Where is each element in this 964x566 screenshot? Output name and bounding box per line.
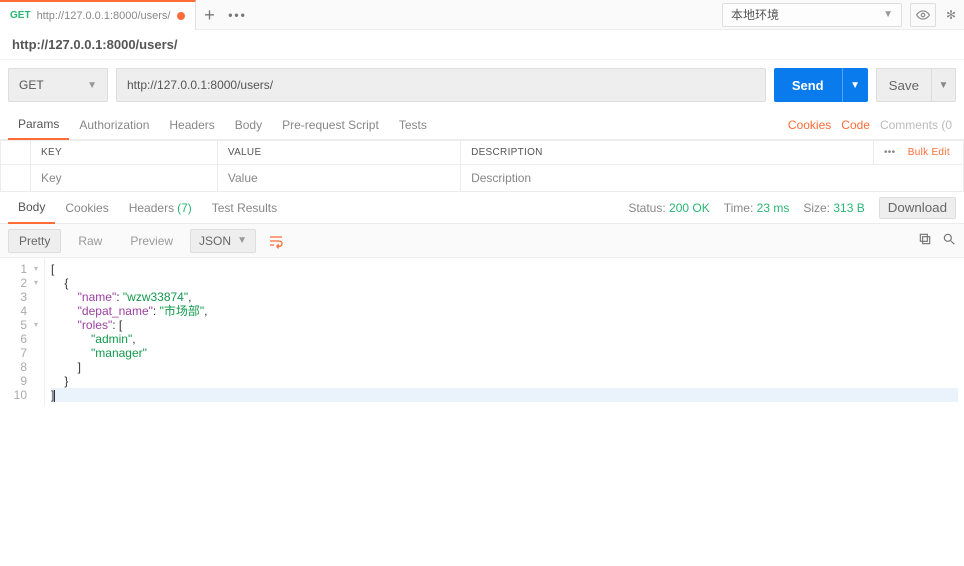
format-select[interactable]: JSON ▼: [190, 229, 256, 253]
size-value: 313 B: [833, 201, 864, 215]
new-tab-button[interactable]: +: [196, 0, 224, 30]
response-meta: Status: 200 OK Time: 23 ms Size: 313 B D…: [628, 197, 956, 219]
unsaved-dot-icon: [177, 12, 185, 20]
chevron-down-icon: ▼: [883, 9, 893, 20]
response-body[interactable]: 1▾2▾345▾678910 [ { "name": "wzw33874", "…: [0, 258, 964, 406]
tab-menu-button[interactable]: •••: [224, 0, 252, 30]
tab-method: GET: [10, 10, 31, 21]
status-label: Status:: [628, 201, 665, 215]
time-group: Time: 23 ms: [724, 201, 790, 215]
chevron-down-icon: ▼: [87, 80, 97, 91]
environment-name: 本地环境: [731, 6, 779, 23]
bulk-edit-button[interactable]: Bulk Edit: [908, 147, 950, 158]
resp-tab-cookies[interactable]: Cookies: [55, 192, 118, 224]
chevron-down-icon: ▼: [850, 80, 860, 91]
th-description: DESCRIPTION: [461, 141, 874, 165]
send-button[interactable]: Send: [774, 68, 842, 102]
chevron-down-icon: ▼: [237, 235, 247, 246]
wrap-icon: [268, 233, 284, 249]
param-description-input[interactable]: Description: [461, 165, 964, 192]
save-button[interactable]: Save: [876, 68, 932, 102]
line-gutter: 1▾2▾345▾678910: [0, 258, 45, 406]
request-tabs: Params Authorization Headers Body Pre-re…: [0, 110, 964, 140]
wrap-lines-button[interactable]: [262, 229, 290, 253]
resp-tab-headers-label: Headers: [129, 201, 174, 215]
link-code[interactable]: Code: [841, 118, 870, 132]
params-more-button[interactable]: •••: [884, 147, 895, 158]
status-value: 200 OK: [669, 201, 710, 215]
time-value: 23 ms: [757, 201, 790, 215]
tab-authorization[interactable]: Authorization: [69, 110, 159, 140]
send-group: Send ▼: [774, 68, 868, 102]
quicklook-button[interactable]: [910, 3, 936, 27]
link-comments[interactable]: Comments (0: [880, 118, 952, 132]
resp-tab-body[interactable]: Body: [8, 192, 55, 224]
params-new-row: Key Value Description: [1, 165, 964, 192]
url-value: http://127.0.0.1:8000/users/: [127, 78, 273, 92]
th-value: VALUE: [217, 141, 460, 165]
request-tab[interactable]: GET http://127.0.0.1:8000/users/: [0, 0, 196, 30]
environment-area: 本地环境 ▼ ✻: [722, 3, 964, 27]
download-button[interactable]: Download: [879, 197, 956, 219]
tab-params[interactable]: Params: [8, 110, 69, 140]
tab-headers[interactable]: Headers: [159, 110, 224, 140]
ellipsis-icon: •••: [228, 8, 247, 22]
th-key: KEY: [31, 141, 218, 165]
save-group: Save ▼: [876, 68, 956, 102]
params-select-all[interactable]: [1, 141, 31, 165]
tab-bar: GET http://127.0.0.1:8000/users/ + ••• 本…: [0, 0, 964, 30]
link-cookies[interactable]: Cookies: [788, 118, 831, 132]
request-links: Cookies Code Comments (0: [788, 118, 956, 132]
copy-icon: [918, 232, 932, 246]
save-options-button[interactable]: ▼: [932, 68, 956, 102]
tab-url: http://127.0.0.1:8000/users/: [37, 10, 171, 22]
size-label: Size:: [803, 201, 830, 215]
tab-prerequest[interactable]: Pre-request Script: [272, 110, 389, 140]
search-button[interactable]: [942, 232, 956, 249]
plus-icon: +: [204, 6, 215, 24]
resp-tab-headers[interactable]: Headers (7): [119, 192, 202, 224]
time-label: Time:: [724, 201, 754, 215]
params-table: KEY VALUE DESCRIPTION ••• Bulk Edit Key …: [0, 140, 964, 192]
view-raw[interactable]: Raw: [67, 229, 113, 253]
request-bar: GET ▼ http://127.0.0.1:8000/users/ Send …: [0, 60, 964, 110]
gear-icon: ✻: [946, 8, 956, 22]
method-select[interactable]: GET ▼: [8, 68, 108, 102]
response-tabs: Body Cookies Headers (7) Test Results: [8, 192, 287, 224]
view-preview[interactable]: Preview: [119, 229, 184, 253]
response-toolbar-right: [918, 232, 956, 249]
send-options-button[interactable]: ▼: [842, 68, 868, 102]
chevron-down-icon: ▼: [939, 80, 949, 91]
headers-count: (7): [177, 201, 192, 215]
params-header-row: KEY VALUE DESCRIPTION ••• Bulk Edit: [1, 141, 964, 165]
resp-tab-tests[interactable]: Test Results: [202, 192, 287, 224]
environment-select[interactable]: 本地环境 ▼: [722, 3, 902, 27]
method-value: GET: [19, 78, 44, 92]
request-title: http://127.0.0.1:8000/users/: [0, 30, 964, 60]
response-toolbar: Pretty Raw Preview JSON ▼: [0, 224, 964, 258]
eye-icon: [916, 8, 930, 22]
size-group: Size: 313 B: [803, 201, 864, 215]
tab-body[interactable]: Body: [225, 110, 272, 140]
status-group: Status: 200 OK: [628, 201, 709, 215]
response-header: Body Cookies Headers (7) Test Results St…: [0, 192, 964, 224]
settings-button[interactable]: ✻: [944, 3, 958, 27]
request-title-text: http://127.0.0.1:8000/users/: [12, 37, 177, 52]
code-content[interactable]: [ { "name": "wzw33874", "depat_name": "市…: [45, 258, 964, 406]
search-icon: [942, 232, 956, 246]
param-key-input[interactable]: Key: [31, 165, 218, 192]
copy-button[interactable]: [918, 232, 932, 249]
param-value-input[interactable]: Value: [217, 165, 460, 192]
tab-tests[interactable]: Tests: [389, 110, 437, 140]
format-value: JSON: [199, 234, 231, 248]
params-row-checkbox[interactable]: [1, 165, 31, 192]
url-input[interactable]: http://127.0.0.1:8000/users/: [116, 68, 766, 102]
view-pretty[interactable]: Pretty: [8, 229, 61, 253]
th-tools: ••• Bulk Edit: [874, 141, 964, 165]
